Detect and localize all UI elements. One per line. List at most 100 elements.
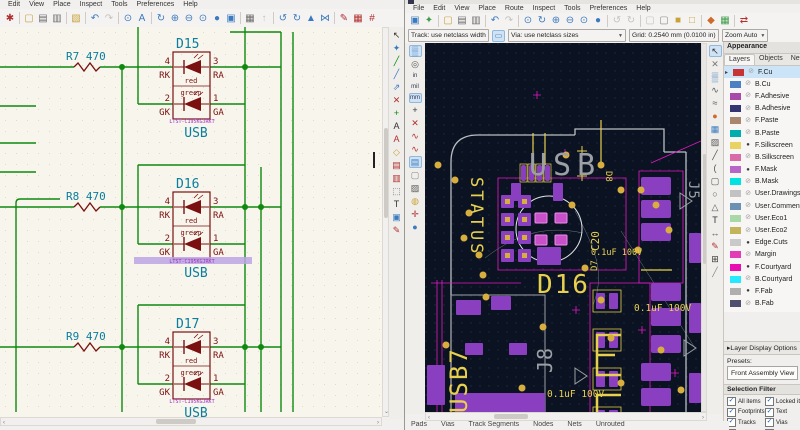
no-connect-icon[interactable]: ✕: [390, 94, 403, 106]
pin-number[interactable]: 1: [213, 234, 218, 244]
zoom-in-icon[interactable]: ⊕: [168, 11, 182, 25]
checkbox-checked-icon[interactable]: ✓: [765, 397, 774, 406]
menu-help[interactable]: Help: [179, 1, 201, 8]
pad-smd[interactable]: [509, 343, 527, 355]
value-field[interactable]: USB: [184, 406, 208, 421]
paste-icon[interactable]: ▧: [69, 11, 83, 25]
reference-d16[interactable]: D16: [176, 177, 199, 192]
delete-tool-icon[interactable]: ✎: [390, 224, 403, 236]
net-highlight-icon[interactable]: ∿: [409, 143, 422, 155]
zoom-to-selection-icon[interactable]: ⊙: [121, 11, 135, 25]
rotate-cw-icon[interactable]: ↻: [290, 11, 304, 25]
new-sheet-icon[interactable]: ▢: [22, 11, 36, 25]
inactive-layer-dim-icon[interactable]: ✛: [409, 208, 422, 220]
pad-selected[interactable]: [534, 212, 548, 224]
layer-visible-eye-icon[interactable]: ●: [744, 239, 752, 247]
via[interactable]: [665, 226, 673, 234]
led-color-label[interactable]: green: [180, 229, 201, 237]
layer-color-swatch[interactable]: [730, 129, 741, 137]
units-mm-button[interactable]: mm: [408, 93, 422, 103]
layer-color-swatch[interactable]: [730, 239, 741, 247]
via[interactable]: [637, 186, 645, 194]
footprint-editor-icon[interactable]: ▦: [718, 14, 732, 28]
text-tool-icon[interactable]: T: [390, 198, 403, 210]
layer-row-user-drawings[interactable]: ⊘ User.Drawings: [724, 188, 800, 200]
origin-icon[interactable]: ⊞: [709, 253, 722, 265]
plot-icon[interactable]: ▥: [469, 14, 483, 28]
checkbox-checked-icon[interactable]: ✓: [727, 407, 736, 417]
grid-visibility-icon[interactable]: ▒: [408, 45, 422, 57]
led-symbol-body[interactable]: [172, 191, 211, 260]
layer-color-swatch[interactable]: [730, 80, 741, 88]
pad-smd[interactable]: [651, 283, 681, 301]
via-size-select[interactable]: Via: use netclass sizes ▼: [508, 29, 626, 42]
led-color-label[interactable]: green: [180, 369, 201, 377]
filter-checkbox-all-items[interactable]: ✓ All items: [727, 397, 765, 406]
bus-entry-icon[interactable]: ⇗: [390, 81, 403, 93]
pcb-horizontal-scrollbar[interactable]: ‹ ›: [425, 412, 707, 421]
highlight-net-icon[interactable]: ✦: [390, 42, 403, 54]
refresh-icon[interactable]: ↻: [535, 14, 549, 28]
via[interactable]: [617, 186, 625, 194]
menu-tools[interactable]: Tools: [107, 1, 131, 8]
polar-coords-icon[interactable]: ◎: [409, 58, 422, 70]
checkbox-checked-icon[interactable]: ✓: [765, 407, 774, 417]
red-led-emit-arrows[interactable]: [193, 333, 204, 340]
auto-track-width-button[interactable]: ▭: [492, 29, 505, 42]
wire-junction[interactable]: [242, 344, 248, 350]
rotate-ccw-icon[interactable]: ↺: [276, 11, 290, 25]
footprint-assign-icon[interactable]: ▦: [351, 11, 365, 25]
layer-hidden-eye-icon[interactable]: ⊘: [744, 117, 752, 125]
menu-view[interactable]: View: [25, 1, 48, 8]
led-symbol-body[interactable]: [172, 331, 211, 400]
layer-color-swatch[interactable]: [730, 263, 741, 271]
add-footprint-icon[interactable]: ▦: [709, 123, 722, 135]
pad-smd[interactable]: [689, 373, 701, 403]
undo-icon[interactable]: ↶: [88, 11, 102, 25]
via[interactable]: [597, 296, 605, 304]
pcb-text-j5[interactable]: J5: [685, 181, 701, 200]
layer-row-f-adhesive[interactable]: ⊘ F.Adhesive: [724, 90, 800, 102]
selection-tool-icon[interactable]: ↖: [390, 29, 403, 41]
pad-smd[interactable]: [609, 293, 618, 309]
zoom-fit-icon[interactable]: ⊙: [196, 11, 210, 25]
via[interactable]: [479, 271, 487, 279]
led-symbol-body[interactable]: [172, 51, 211, 120]
menu-inspect[interactable]: Inspect: [76, 1, 107, 8]
add-via-icon[interactable]: ●: [709, 110, 722, 122]
pin-number[interactable]: 4: [165, 57, 170, 67]
filter-checkbox-vias[interactable]: ✓ Vias: [765, 418, 800, 427]
layer-row-user-comments[interactable]: ⊘User.Comments: [724, 200, 800, 212]
draw-polygon-icon[interactable]: △: [709, 201, 722, 213]
via[interactable]: [434, 161, 442, 169]
print-icon[interactable]: ▤: [36, 11, 50, 25]
update-pcb-icon[interactable]: ⇄: [737, 14, 751, 28]
pin-name[interactable]: RK: [159, 71, 170, 81]
layer-color-swatch[interactable]: [730, 202, 741, 210]
zoom-out-icon[interactable]: ⊖: [182, 11, 196, 25]
track-width-select[interactable]: Track: use netclass width▼: [408, 29, 489, 42]
zoom-in-icon[interactable]: ⊕: [549, 14, 563, 28]
refresh-icon[interactable]: ↻: [154, 11, 168, 25]
pad-smd[interactable]: [689, 233, 701, 263]
layer-visible-eye-icon[interactable]: ●: [744, 287, 752, 295]
pcb-text-0-1uf-100v[interactable]: 0.1uF 100V: [591, 248, 642, 258]
wire-junction[interactable]: [242, 64, 248, 70]
led-circuit-d17[interactable]: R9 470 4 RK 3 RA 2 GK 1 GA red green D17 LTST-C195KG…: [0, 304, 281, 421]
pin-number[interactable]: 3: [213, 337, 218, 347]
wire-junction[interactable]: [258, 344, 264, 350]
pin-number[interactable]: 3: [213, 197, 218, 207]
selection-tool-icon[interactable]: ↖: [708, 45, 722, 57]
led-color-label[interactable]: red: [185, 77, 198, 85]
pin-name[interactable]: RK: [159, 351, 170, 361]
annotate-icon[interactable]: #: [365, 11, 379, 25]
3d-viewer-icon[interactable]: ◆: [704, 14, 718, 28]
layer-hidden-eye-icon[interactable]: ⊘: [744, 214, 752, 222]
symbol-editor-icon[interactable]: ✎: [337, 11, 351, 25]
pad-smd[interactable]: [641, 363, 671, 381]
filter-checkbox-tracks[interactable]: ✓ Tracks: [727, 418, 765, 427]
save-icon[interactable]: ▣: [408, 14, 422, 28]
delete-tool-icon[interactable]: ✎: [709, 240, 722, 252]
pin-name[interactable]: GK: [159, 388, 170, 398]
layer-hidden-eye-icon[interactable]: ⊘: [744, 105, 752, 113]
